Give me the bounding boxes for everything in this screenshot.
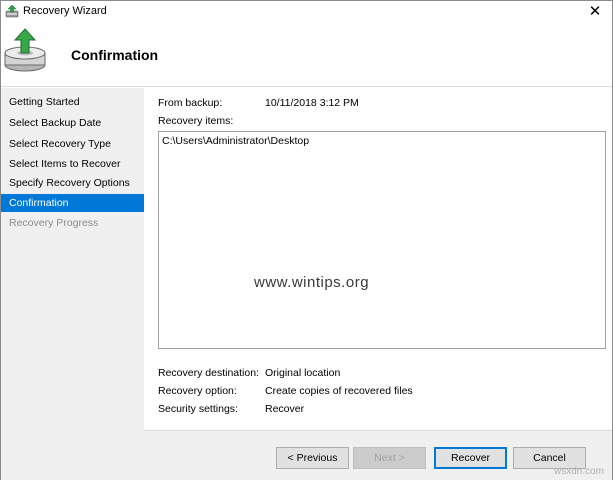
from-backup-label: From backup: — [158, 97, 223, 109]
close-icon: ✕ — [588, 2, 602, 20]
backup-drive-restore-icon — [4, 28, 46, 72]
next-button: Next > — [353, 447, 426, 469]
recovery-destination-value: Original location — [265, 367, 341, 379]
step-select-items-to-recover[interactable]: Select Items to Recover — [1, 155, 144, 173]
recovery-destination-label: Recovery destination: — [158, 367, 259, 379]
step-recovery-progress: Recovery Progress — [9, 217, 99, 229]
watermark-text: www.wintips.org — [254, 274, 370, 291]
title-bar: Recovery Wizard ✕ — [1, 1, 612, 21]
previous-button[interactable]: < Previous — [276, 447, 349, 469]
recovery-items-list[interactable]: C:\Users\Administrator\Desktop www.winti… — [158, 131, 606, 349]
from-backup-value: 10/11/2018 3:12 PM — [265, 97, 359, 109]
close-button[interactable]: ✕ — [584, 2, 606, 20]
recovery-option-label: Recovery option: — [158, 385, 237, 397]
page-title: Confirmation — [71, 47, 159, 63]
step-select-recovery-type[interactable]: Select Recovery Type — [1, 135, 144, 153]
recovery-option-value: Create copies of recovered files — [265, 385, 413, 397]
window-title: Recovery Wizard — [23, 5, 107, 17]
step-getting-started[interactable]: Getting Started — [1, 93, 144, 111]
step-specify-recovery-options[interactable]: Specify Recovery Options — [1, 174, 144, 192]
wizard-steps-sidebar: Getting Started Select Backup Date Selec… — [1, 88, 144, 480]
security-settings-value: Recover — [265, 403, 305, 415]
step-confirmation[interactable]: Confirmation — [1, 194, 144, 212]
recovery-items-label: Recovery items: — [158, 115, 234, 127]
recover-button[interactable]: Recover — [434, 447, 507, 469]
wizard-header: Confirmation — [1, 21, 612, 87]
security-settings-label: Security settings: — [158, 403, 238, 415]
recovery-wizard-window: Recovery Wizard ✕ Confirmation Getting S… — [0, 0, 613, 480]
confirmation-content: From backup: 10/11/2018 3:12 PM Recovery… — [144, 88, 612, 430]
backup-app-icon — [5, 4, 19, 18]
step-select-backup-date[interactable]: Select Backup Date — [1, 114, 144, 132]
list-item: C:\Users\Administrator\Desktop — [162, 135, 310, 147]
brand-watermark: wsxdn.com — [553, 466, 604, 477]
wizard-footer: < Previous Next > Recover Cancel wsxdn.c… — [144, 430, 612, 480]
